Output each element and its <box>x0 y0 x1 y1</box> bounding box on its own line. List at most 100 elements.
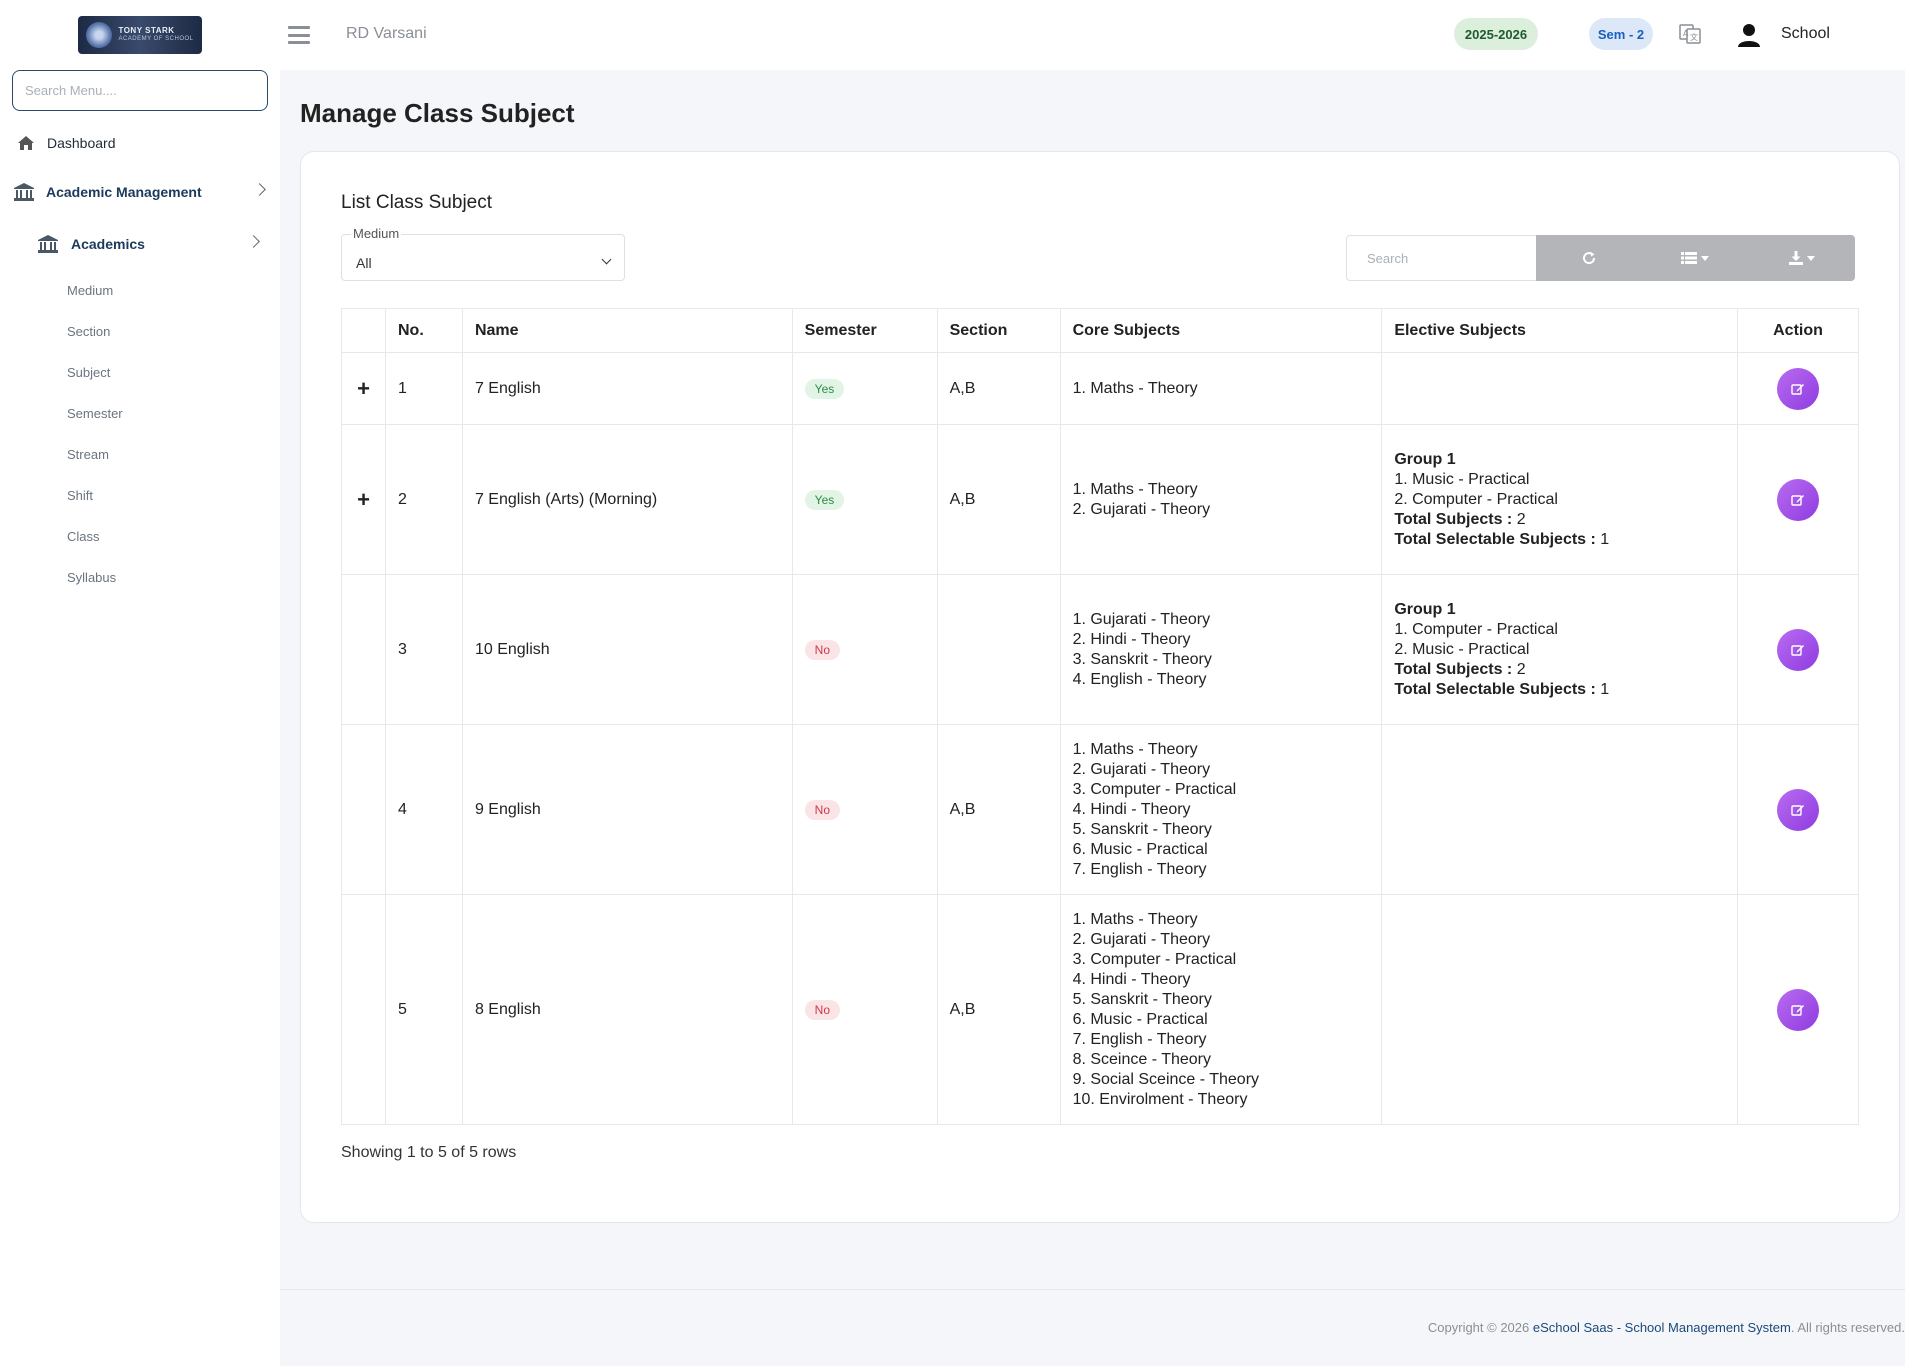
edit-button[interactable] <box>1777 988 1819 1031</box>
column-header-elective-subjects[interactable]: Elective Subjects <box>1381 308 1739 353</box>
elective-subject-item: 2. Music - Practical <box>1394 640 1530 658</box>
core-subject-item: 10. Envirolment - Theory <box>1072 1090 1248 1108</box>
sidebar-item-academic-management[interactable]: Academic Management <box>14 181 266 203</box>
footer: Copyright © 2026 eSchool Saas - School M… <box>1428 1320 1905 1335</box>
elective-total-label: Total Subjects : <box>1394 660 1513 678</box>
cell-action <box>1737 724 1859 895</box>
menu-search-input[interactable] <box>12 70 268 111</box>
medium-select-value: All <box>356 254 372 271</box>
core-subject-item: 2. Gujarati - Theory <box>1072 760 1211 778</box>
column-header-section[interactable]: Section <box>936 308 1061 353</box>
edit-button[interactable] <box>1777 788 1819 831</box>
cell-elective-subjects <box>1381 352 1739 425</box>
status-badge: Yes <box>804 489 845 510</box>
edit-button[interactable] <box>1777 628 1819 671</box>
core-subject-item: 6. Music - Practical <box>1072 1010 1208 1028</box>
cell-action <box>1737 894 1859 1125</box>
table-row: 49 English No A,B 1. Maths - Theory 2. Gujar… <box>341 724 1859 895</box>
cell-core-subjects: 1. Maths - Theory 2. Gujarati - Theory <box>1059 424 1383 575</box>
elective-total-label: Total Selectable Subjects : <box>1394 680 1596 698</box>
cell-semester: Yes <box>791 424 938 575</box>
elective-total-value: 1 <box>1595 530 1610 548</box>
export-button[interactable] <box>1749 235 1855 281</box>
sidebar-subitem-medium[interactable]: Medium <box>67 283 113 298</box>
elective-subject-item: Group 1 <box>1394 450 1456 468</box>
edit-icon <box>1791 804 1804 816</box>
medium-select[interactable]: All <box>341 234 625 281</box>
svg-text:A: A <box>1683 29 1689 38</box>
column-header-name[interactable]: Name <box>461 308 793 353</box>
sidebar-item-academics[interactable]: Academics <box>38 233 260 255</box>
core-subject-item: 1. Gujarati - Theory <box>1072 610 1211 628</box>
sidebar-subitem-section[interactable]: Section <box>67 324 110 339</box>
elective-total-value: 2 <box>1512 660 1526 678</box>
cell-name: 8 English <box>461 894 793 1125</box>
cell-no: 5 <box>384 894 463 1125</box>
cell-name: 10 English <box>461 574 793 725</box>
table-toolbar <box>1536 235 1855 281</box>
cell-expand <box>341 724 386 895</box>
bank-icon <box>14 183 34 201</box>
cell-no: 2 <box>384 424 463 575</box>
cell-section: A,B <box>936 352 1061 425</box>
user-avatar-icon[interactable] <box>1736 22 1762 48</box>
status-badge: No <box>804 639 841 660</box>
column-header-semester[interactable]: Semester <box>791 308 938 353</box>
footer-link[interactable]: eSchool Saas - School Management System <box>1533 1320 1791 1335</box>
caret-down-icon <box>1806 255 1815 261</box>
column-header-core-subjects[interactable]: Core Subjects <box>1059 308 1383 353</box>
core-subject-item: 8. Sceince - Theory <box>1072 1050 1211 1068</box>
chevron-right-icon <box>247 235 260 248</box>
sidebar-subitem-stream[interactable]: Stream <box>67 447 109 462</box>
sidebar-item-dashboard[interactable]: Dashboard <box>16 132 266 154</box>
cell-expand <box>341 574 386 725</box>
semester-badge[interactable]: Sem - 2 <box>1589 18 1653 50</box>
footer-divider <box>280 1289 1905 1290</box>
column-header-no[interactable]: No. <box>384 308 463 353</box>
school-name: RD Varsani <box>346 25 427 42</box>
user-name[interactable]: School <box>1781 25 1830 43</box>
plus-icon[interactable]: + <box>357 376 370 401</box>
table-row: +1 7 English Yes A,B 1. Maths - Theory <box>341 352 1859 425</box>
sidebar-subitem-semester[interactable]: Semester <box>67 406 123 421</box>
cell-expand: + <box>341 424 386 575</box>
language-icon[interactable]: A文 <box>1678 23 1702 45</box>
plus-icon[interactable]: + <box>357 487 370 512</box>
hamburger-menu-icon[interactable] <box>288 26 310 44</box>
edit-button[interactable] <box>1777 367 1819 410</box>
cell-expand: + <box>341 352 386 425</box>
elective-subject-item: 1. Music - Practical <box>1394 470 1530 488</box>
school-logo[interactable]: TONY STARK ACADEMY OF SCHOOL <box>78 16 202 54</box>
logo-line2: ACADEMY OF SCHOOL <box>118 36 194 42</box>
chevron-down-icon <box>601 254 612 265</box>
sidebar-subitem-syllabus[interactable]: Syllabus <box>67 570 116 585</box>
status-badge: No <box>804 799 841 820</box>
status-badge: Yes <box>804 378 845 399</box>
medium-label: Medium <box>351 226 402 241</box>
cell-action <box>1737 574 1859 725</box>
cell-section: A,B <box>936 724 1061 895</box>
sidebar-subitem-class[interactable]: Class <box>67 529 100 544</box>
sidebar-subitem-subject[interactable]: Subject <box>67 365 110 380</box>
core-subject-item: 2. Gujarati - Theory <box>1072 500 1211 518</box>
core-subject-item: 1. Maths - Theory <box>1072 910 1198 928</box>
cell-name: 7 English (Arts) (Morning) <box>461 424 793 575</box>
footer-suffix: . All rights reserved. <box>1790 1320 1905 1335</box>
edit-button[interactable] <box>1777 478 1819 521</box>
sidebar-subitem-shift[interactable]: Shift <box>67 488 93 503</box>
cell-name: 9 English <box>461 724 793 895</box>
session-year-badge[interactable]: 2025-2026 <box>1454 18 1538 50</box>
table-row: 3 10 English No 1. Gujarati - Theory 2. Hind… <box>341 574 1859 725</box>
column-header-action: Action <box>1737 308 1859 353</box>
cell-section: A,B <box>936 424 1061 575</box>
cell-expand <box>341 894 386 1125</box>
refresh-button[interactable] <box>1536 235 1642 281</box>
core-subject-item: 4. Hindi - Theory <box>1072 970 1191 988</box>
elective-total-label: Total Subjects : <box>1394 510 1513 528</box>
columns-toggle-button[interactable] <box>1642 235 1748 281</box>
table-search-input[interactable] <box>1346 235 1536 281</box>
elective-total-label: Total Selectable Subjects : <box>1394 530 1596 548</box>
logo-text: TONY STARK ACADEMY OF SCHOOL <box>118 26 193 44</box>
table-row: +2 7 English (Arts) (Morning) Yes A,B 1. Mat… <box>341 424 1859 575</box>
cell-no: 1 <box>384 352 463 425</box>
